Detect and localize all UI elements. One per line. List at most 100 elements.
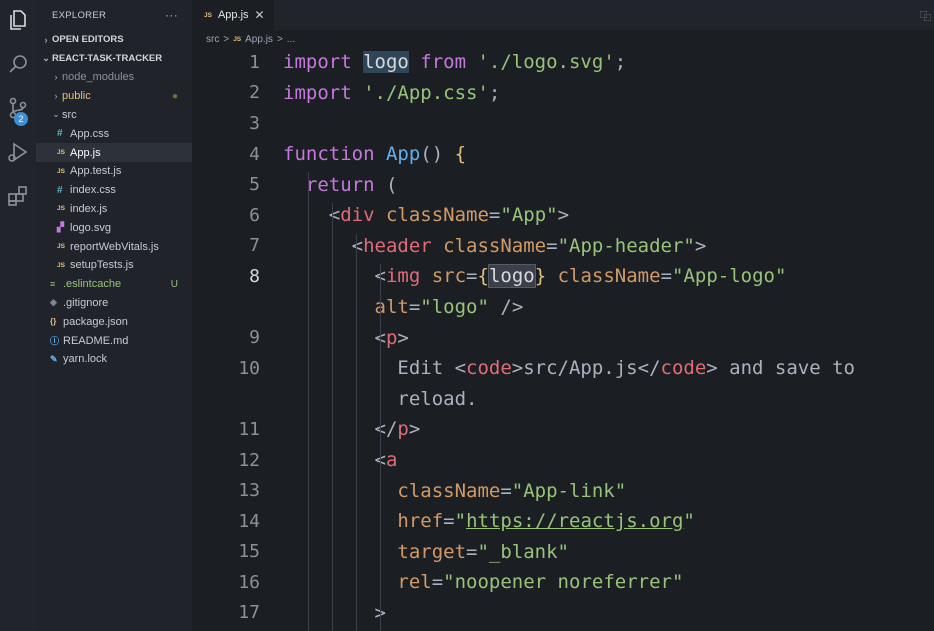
extensions-icon[interactable] [6,184,30,208]
code-line[interactable]: 1 import logo from './logo.svg'; [192,47,934,78]
editor-area: JS App.js ✕ ⿻ src > JS App.js > ... 1 imp… [192,0,934,631]
breadcrumb: src > JS App.js > ... [192,30,934,48]
tree-file[interactable]: # App.css [36,124,192,143]
code-token: import [283,81,364,104]
tree-file[interactable]: {} package.json [36,312,192,331]
close-icon[interactable]: ✕ [255,8,265,22]
tree-file[interactable]: JS reportWebVitals.js [36,237,192,256]
tree-folder[interactable]: ⌄ src [36,106,192,125]
code-line[interactable]: 3 [192,108,934,139]
js-file-icon: JS [57,205,65,213]
code-token: https://reactjs.org [466,510,684,533]
code-token: < [283,449,386,472]
css-file-icon: # [57,184,63,196]
code-token: > [557,204,570,227]
code-line[interactable]: 11 </p> [192,414,934,445]
code-token: { [454,143,467,166]
code-token: = [431,571,444,594]
tree-file[interactable]: ▞ logo.svg [36,218,192,237]
tree-folder[interactable]: › public ● [36,87,192,106]
code-token: = [466,540,478,563]
code-text: <div className="App"> [283,204,569,226]
code-token: "App" [500,204,558,227]
code-line[interactable]: 4 function App() { [192,139,934,170]
code-line[interactable]: reload. [192,384,934,415]
tree-item-label: README.md [63,334,129,347]
tree-file[interactable]: # index.css [36,181,192,200]
json-file-icon: {} [50,317,57,327]
chevron-right-icon: › [54,91,58,102]
code-token: className [546,265,661,288]
code-line[interactable]: 10 Edit <code>src/App.js</code> and save… [192,353,934,384]
tree-file[interactable]: ≡ .eslintcache U [36,275,192,294]
line-number: 6 [249,204,260,226]
tree-file[interactable]: JS index.js [36,200,192,219]
tree-item-label: src [62,108,77,121]
code-line[interactable]: 12 <a [192,445,934,476]
tree-item-label: App.test.js [70,165,122,178]
tree-file[interactable]: ✎ yarn.lock [36,350,192,369]
project-label: REACT-TASK-TRACKER [52,53,163,64]
code-line[interactable]: 14 href="https://reactjs.org" [192,506,934,537]
js-file-icon: JS [233,35,242,43]
breadcrumb-folder[interactable]: src [206,34,219,45]
line-number: 15 [238,541,260,563]
code-token: return [283,173,386,196]
breadcrumb-file[interactable]: App.js [245,34,273,45]
code-token: >src/App.js</ [511,357,661,380]
code-editor[interactable]: 1 import logo from './logo.svg'; 2 import '… [192,47,934,628]
code-line[interactable]: 17 > [192,598,934,629]
indent-guide [380,264,381,631]
code-text: Edit <code>src/App.js</code> and save to [283,357,855,379]
code-token: = [546,234,558,257]
code-line[interactable]: 6 <div className="App"> [192,200,934,231]
tree-folder[interactable]: › node_modules [36,68,192,87]
tree-file[interactable]: ◆ .gitignore [36,294,192,313]
code-line[interactable]: 13 className="App-link" [192,475,934,506]
code-token: "App-link" [511,479,627,502]
project-section[interactable]: ⌄ REACT-TASK-TRACKER [36,49,192,68]
code-text: className="App-link" [283,480,626,502]
code-token: logo [487,264,536,289]
tree-item-label: .eslintcache [63,278,122,291]
open-editors-section[interactable]: › OPEN EDITORS [36,30,192,49]
tree-file[interactable]: JS setupTests.js [36,256,192,275]
code-token: logo [363,51,409,74]
code-line[interactable]: alt="logo" /> [192,292,934,323]
more-actions-button[interactable]: ··· [165,8,178,22]
line-number: 7 [249,235,260,257]
explorer-icon[interactable] [6,8,30,32]
code-line[interactable]: 8 <img src={logo} className="App-logo" [192,261,934,292]
code-text: <header className="App-header"> [283,234,707,257]
code-token: = [660,265,673,288]
code-text: > [283,602,386,624]
code-token: { [477,265,489,288]
js-file-icon: JS [57,261,65,269]
breadcrumb-symbol[interactable]: ... [287,34,295,45]
tree-item-label: index.js [70,202,108,215]
code-line[interactable]: 7 <header className="App-header"> [192,231,934,262]
line-number: 9 [249,327,260,349]
code-token: className [283,479,501,502]
code-token: = [443,510,455,533]
explorer-sidebar: EXPLORER ··· › OPEN EDITORS ⌄ REACT-TASK… [36,0,192,631]
js-file-icon: JS [57,149,65,157]
code-line[interactable]: 5 return ( [192,169,934,200]
tree-item-label: yarn.lock [63,353,108,366]
run-debug-icon[interactable] [6,140,30,164]
tree-file[interactable]: JS App.test.js [36,162,192,181]
code-token: className [431,234,547,257]
code-token: = [466,265,478,288]
line-number: 2 [249,82,260,104]
code-line[interactable]: 2 import './App.css'; [192,78,934,109]
tab-app-js[interactable]: JS App.js ✕ [192,0,274,30]
code-line[interactable]: 16 rel="noopener noreferrer" [192,567,934,598]
code-token: className [374,204,489,227]
tree-file[interactable]: ⓘ README.md [36,331,192,350]
tree-file[interactable]: JS App.js [36,143,192,162]
split-editor-icon[interactable]: ⿻ [920,8,932,23]
code-line[interactable]: 15 target="_blank" [192,537,934,568]
search-icon[interactable] [6,52,30,76]
code-line[interactable]: 9 <p> [192,322,934,353]
code-token: Edit < [283,357,467,380]
